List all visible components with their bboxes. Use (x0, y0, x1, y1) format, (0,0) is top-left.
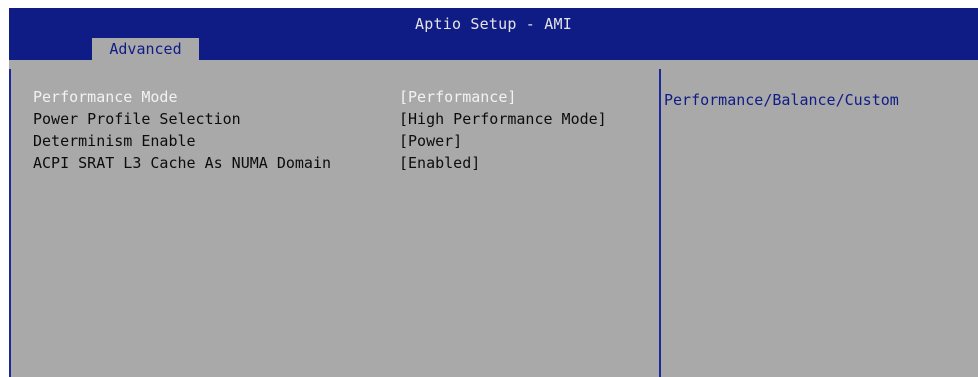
setting-determinism-enable[interactable]: Determinism Enable [Power] (33, 132, 653, 154)
bios-setup-screen: Aptio Setup - AMI Advanced Performance M… (0, 0, 978, 377)
setting-label: Power Profile Selection (33, 110, 241, 128)
help-text: Performance/Balance/Custom (664, 91, 899, 109)
setting-power-profile-selection[interactable]: Power Profile Selection [High Performanc… (33, 110, 653, 132)
help-panel-divider (659, 69, 661, 377)
setting-value[interactable]: [Power] (399, 132, 462, 150)
setting-label: ACPI SRAT L3 Cache As NUMA Domain (33, 154, 332, 172)
setting-value[interactable]: [High Performance Mode] (399, 110, 607, 128)
settings-list: Performance Mode [Performance] Power Pro… (33, 88, 653, 176)
setting-acpi-srat-l3-cache-numa[interactable]: ACPI SRAT L3 Cache As NUMA Domain [Enabl… (33, 154, 653, 176)
setting-label: Performance Mode (33, 88, 178, 106)
tab-underline-strip (9, 60, 978, 69)
app-title: Aptio Setup - AMI (415, 15, 572, 33)
title-bar: Aptio Setup - AMI Advanced (9, 8, 978, 60)
setting-value[interactable]: [Performance] (399, 88, 516, 106)
tab-advanced[interactable]: Advanced (92, 38, 199, 60)
setting-performance-mode[interactable]: Performance Mode [Performance] (33, 88, 653, 110)
setting-label: Determinism Enable (33, 132, 196, 150)
setting-value[interactable]: [Enabled] (399, 154, 480, 172)
